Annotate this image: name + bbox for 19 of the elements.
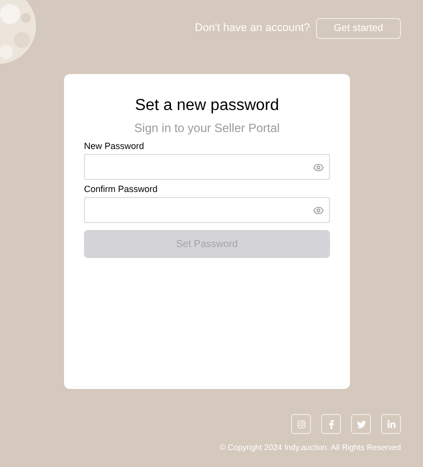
- facebook-button[interactable]: [321, 414, 341, 434]
- instagram-icon: [296, 420, 306, 428]
- eye-icon[interactable]: [313, 162, 324, 172]
- instagram-button[interactable]: [291, 414, 311, 434]
- password-field[interactable]: [84, 154, 330, 180]
- account-prompt: Don't have an account?: [194, 21, 310, 36]
- eye-icon[interactable]: [313, 204, 324, 216]
- field-label: New Password: [84, 140, 146, 153]
- get-started-button[interactable]: Get started: [316, 18, 401, 39]
- twitter-button[interactable]: [351, 414, 371, 434]
- field-label: Confirm Password: [84, 183, 159, 196]
- facebook-icon: [326, 420, 336, 428]
- card-title: Set a new password: [134, 96, 280, 116]
- linkedin-icon: [386, 420, 396, 428]
- linkedin-button[interactable]: [381, 414, 401, 434]
- twitter-icon: [356, 420, 366, 428]
- card-subtitle: Sign in to your Seller Portal: [133, 120, 281, 137]
- password-field[interactable]: [84, 197, 330, 223]
- copyright-text: © Copyright 2024 Indy.auction. All Rights Reserved: [220, 442, 401, 454]
